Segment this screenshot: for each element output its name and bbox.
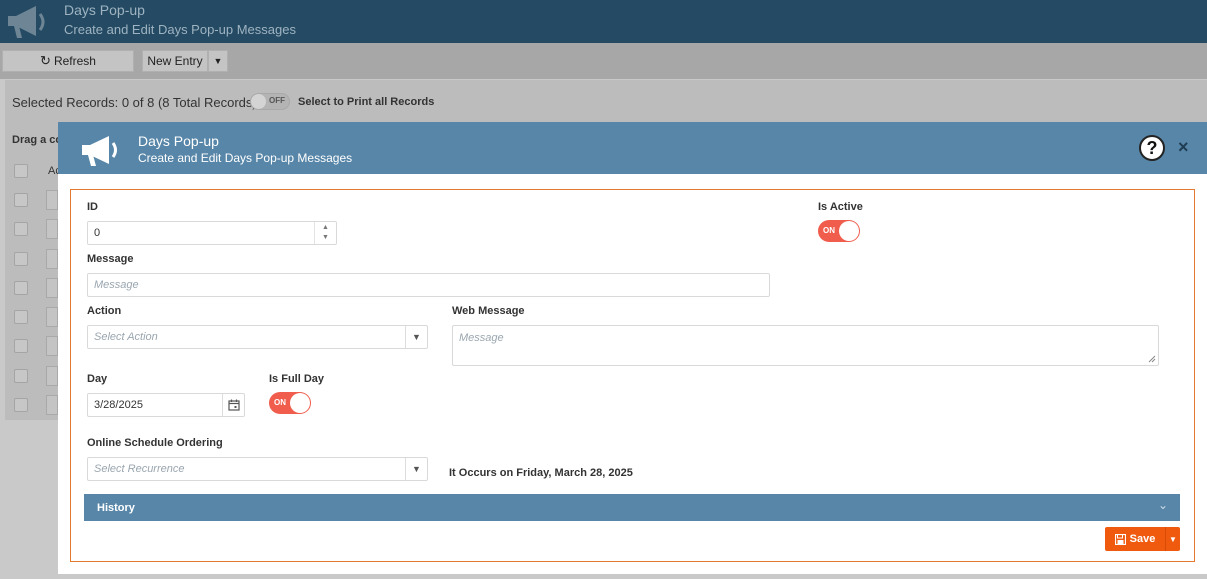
floppy-icon — [1114, 533, 1126, 545]
row-checkbox[interactable] — [14, 222, 28, 236]
web-message-label: Web Message — [452, 305, 525, 317]
id-input[interactable]: 0 ▲ ▼ — [87, 221, 337, 245]
megaphone-icon — [8, 6, 45, 38]
toggle-knob — [839, 221, 859, 241]
resize-grip-icon[interactable] — [1148, 355, 1156, 363]
message-label: Message — [87, 253, 134, 265]
dialog-header: Days Pop-up Create and Edit Days Pop-up … — [58, 122, 1207, 174]
is-full-day-toggle[interactable]: ON — [269, 392, 311, 414]
id-value: 0 — [94, 227, 101, 239]
row-edit-button[interactable] — [46, 395, 58, 415]
row-checkbox[interactable] — [14, 339, 28, 353]
calendar-icon[interactable] — [222, 394, 244, 416]
refresh-button[interactable]: ↻ Refresh — [2, 50, 134, 72]
print-all-toggle[interactable]: OFF — [250, 93, 290, 110]
id-stepper[interactable]: ▲ ▼ — [314, 222, 336, 244]
row-checkbox[interactable] — [14, 369, 28, 383]
dialog-subtitle: Create and Edit Days Pop-up Messages — [138, 151, 353, 165]
row-edit-button[interactable] — [46, 249, 58, 269]
chevron-down-icon[interactable]: ▼ — [405, 458, 427, 480]
day-label: Day — [87, 373, 108, 385]
toggle-off-label: OFF — [269, 96, 285, 105]
day-datepicker[interactable]: 3/28/2025 — [87, 393, 245, 417]
toggle-on-label: ON — [274, 398, 286, 407]
megaphone-icon — [82, 136, 117, 166]
history-panel-header[interactable]: History ⌄ — [84, 494, 1180, 521]
action-placeholder: Select Action — [94, 331, 158, 343]
is-active-label: Is Active — [818, 201, 863, 213]
dialog-title: Days Pop-up — [138, 133, 219, 149]
row-edit-button[interactable] — [46, 190, 58, 210]
app-title: Days Pop-up — [64, 2, 145, 18]
row-checkbox[interactable] — [14, 252, 28, 266]
app-subtitle: Create and Edit Days Pop-up Messages — [64, 22, 296, 37]
group-drag-hint: Drag a co — [12, 134, 63, 146]
row-edit-button[interactable] — [46, 278, 58, 298]
row-checkbox[interactable] — [14, 398, 28, 412]
toggle-knob — [290, 393, 310, 413]
save-button[interactable]: Save — [1105, 527, 1165, 551]
refresh-icon: ↻ — [40, 53, 51, 68]
new-entry-dropdown-button[interactable]: ▼ — [208, 50, 228, 72]
selected-records-text: Selected Records: 0 of 8 (8 Total Record… — [12, 95, 257, 110]
toolbar: ↻ Refresh New Entry ▼ — [0, 43, 1207, 79]
chevron-down-icon[interactable]: ⌄ — [1158, 498, 1168, 512]
refresh-label: Refresh — [53, 54, 96, 68]
days-popup-dialog: Days Pop-up Create and Edit Days Pop-up … — [58, 122, 1207, 574]
online-schedule-label: Online Schedule Ordering — [87, 437, 223, 449]
app-header: Days Pop-up Create and Edit Days Pop-up … — [0, 0, 1207, 43]
new-entry-button[interactable]: New Entry — [142, 50, 208, 72]
recurrence-placeholder: Select Recurrence — [94, 463, 185, 475]
is-full-day-label: Is Full Day — [269, 373, 325, 385]
row-edit-button[interactable] — [46, 219, 58, 239]
toggle-knob — [251, 94, 266, 109]
day-value: 3/28/2025 — [94, 399, 143, 411]
message-placeholder: Message — [94, 279, 139, 291]
row-edit-button[interactable] — [46, 307, 58, 327]
toggle-on-label: ON — [823, 226, 835, 235]
row-checkbox[interactable] — [14, 281, 28, 295]
row-edit-button[interactable] — [46, 336, 58, 356]
recurrence-select[interactable]: Select Recurrence ▼ — [87, 457, 428, 481]
select-all-checkbox[interactable] — [14, 164, 28, 178]
message-input[interactable]: Message — [87, 273, 770, 297]
save-label: Save — [1129, 533, 1156, 545]
occurrence-summary: It Occurs on Friday, March 28, 2025 — [449, 467, 633, 479]
row-checkbox[interactable] — [14, 310, 28, 324]
print-all-label: Select to Print all Records — [298, 96, 435, 108]
is-active-toggle[interactable]: ON — [818, 220, 860, 242]
stepper-down-icon[interactable]: ▼ — [315, 233, 336, 243]
save-dropdown-button[interactable]: ▼ — [1165, 527, 1180, 551]
action-select[interactable]: Select Action ▼ — [87, 325, 428, 349]
row-edit-button[interactable] — [46, 366, 58, 386]
chevron-down-icon[interactable]: ▼ — [405, 326, 427, 348]
history-label: History — [97, 502, 135, 514]
close-icon[interactable]: × — [1178, 137, 1189, 158]
row-checkbox[interactable] — [14, 193, 28, 207]
action-label: Action — [87, 305, 122, 317]
id-label: ID — [87, 201, 98, 213]
web-message-textarea[interactable]: Message — [452, 325, 1159, 366]
help-icon[interactable]: ? — [1139, 135, 1165, 161]
stepper-up-icon[interactable]: ▲ — [315, 223, 336, 233]
web-message-placeholder: Message — [459, 332, 504, 344]
